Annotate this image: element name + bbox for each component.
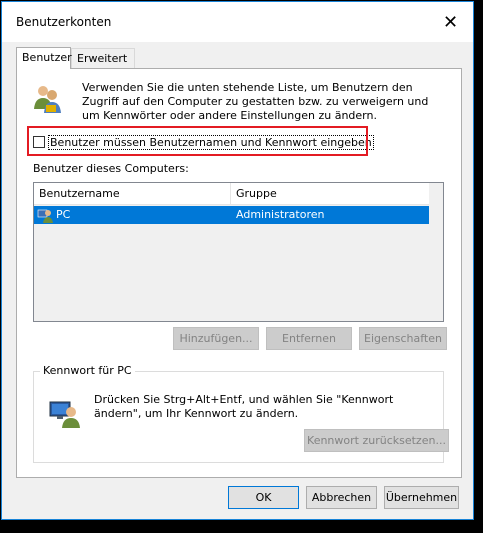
list-header: Benutzername Gruppe: [34, 183, 430, 205]
password-group: Kennwort für PC Drücken Sie Strg+Alt+Ent…: [33, 364, 449, 463]
tab-panel: Verwenden Sie die unten stehende Liste, …: [16, 68, 462, 478]
users-listview[interactable]: Benutzername Gruppe PC Administratoren: [33, 182, 444, 322]
column-header-username[interactable]: Benutzername: [34, 183, 231, 204]
highlight-box: [27, 126, 368, 156]
users-icon: [34, 86, 61, 113]
users-list-label: Benutzer dieses Computers:: [33, 162, 189, 175]
password-group-title: Kennwort für PC: [40, 364, 135, 377]
row-username: PC: [56, 208, 71, 221]
description-text: Verwenden Sie die unten stehende Liste, …: [82, 81, 429, 122]
table-row[interactable]: PC Administratoren: [34, 206, 430, 224]
tab-benutzer[interactable]: Benutzer: [16, 47, 72, 69]
title-bar: Benutzerkonten ✕: [2, 2, 473, 42]
tab-erweitert[interactable]: Erweitert: [71, 48, 135, 68]
password-instructions: Drücken Sie Strg+Alt+Entf, und wählen Si…: [94, 393, 394, 420]
cancel-button[interactable]: Abbrechen: [306, 486, 377, 509]
window-title: Benutzerkonten: [16, 15, 112, 29]
properties-button[interactable]: Eigenschaften: [359, 327, 447, 350]
reset-password-button[interactable]: Kennwort zurücksetzen...: [304, 429, 449, 452]
close-icon[interactable]: ✕: [428, 2, 473, 42]
add-user-button[interactable]: Hinzufügen...: [173, 327, 259, 350]
apply-button[interactable]: Übernehmen: [384, 486, 459, 509]
user-icon: [37, 209, 53, 223]
remove-user-button[interactable]: Entfernen: [266, 327, 352, 350]
column-header-group[interactable]: Gruppe: [231, 183, 430, 204]
ok-button[interactable]: OK: [228, 486, 299, 509]
dialog-window: Benutzerkonten ✕ Benutzer Erweitert Verw…: [1, 1, 474, 520]
list-scroll-area: [429, 183, 443, 321]
computer-user-icon: [49, 401, 80, 428]
row-group: Administratoren: [236, 208, 325, 221]
